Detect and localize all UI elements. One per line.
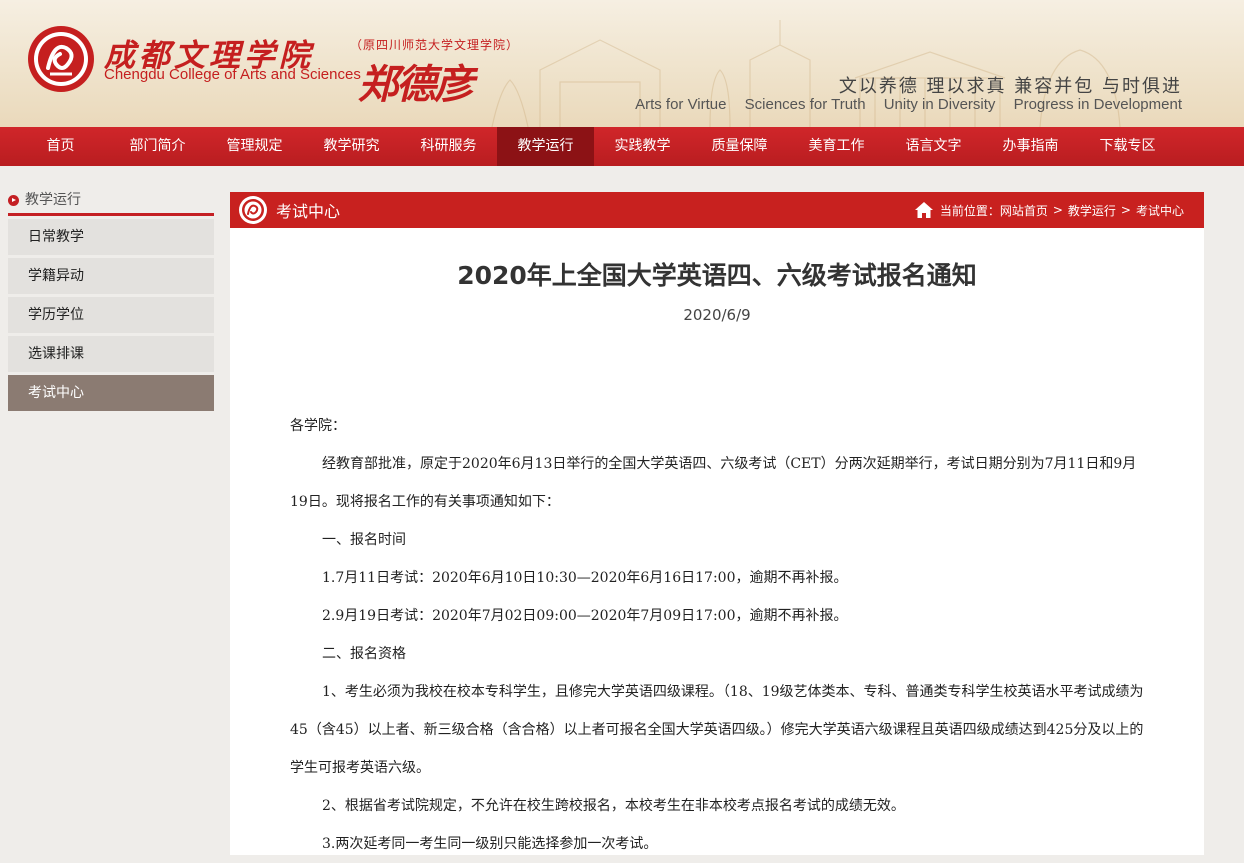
nav-item-home[interactable]: 首页 <box>12 127 109 166</box>
content-header: 考试中心 当前位置： 网站首页 > 教学运行 > 考试中心 <box>230 192 1204 228</box>
motto-en-2: Sciences for Truth <box>744 96 866 113</box>
nav-item-teaching-operation[interactable]: 教学运行 <box>497 127 594 166</box>
former-name: （原四川师范大学文理学院） <box>350 38 520 52</box>
nav-item-guide[interactable]: 办事指南 <box>982 127 1079 166</box>
article-body: 各学院： 经教育部批准，原定于2020年6月13日举行的全国大学英语四、六级考试… <box>290 407 1150 863</box>
article-paragraph: 2、根据省考试院规定，不允许在校生跨校报名，本校考生在非本校考点报名考试的成绩无… <box>322 798 905 814</box>
article-paragraph: 1.7月11日考试：2020年6月10日10:30—2020年6月16日17:0… <box>322 570 848 586</box>
section-title: 考试中心 <box>276 202 341 221</box>
college-seal-logo <box>28 26 94 92</box>
article-title: 2020年上全国大学英语四、六级考试报名通知 <box>457 261 977 290</box>
sidebar-item-course-selection[interactable]: 选课排课 <box>8 336 214 372</box>
breadcrumb-home[interactable]: 网站首页 <box>1000 202 1048 219</box>
article-section-heading: 一、报名时间 <box>322 532 406 548</box>
nav-item-teaching-research[interactable]: 教学研究 <box>303 127 400 166</box>
nav-item-download[interactable]: 下载专区 <box>1079 127 1176 166</box>
motto-cn: 文以养德 理以求真 兼容并包 与时俱进 <box>838 76 1182 97</box>
college-name-en: Chengdu College of Arts and Sciences <box>104 66 361 83</box>
nav-item-aesthetic[interactable]: 美育工作 <box>788 127 885 166</box>
article-paragraph: 1、考生必须为我校在校本专科学生，且修完大学英语四级课程。（18、19级艺体类本… <box>290 684 1144 776</box>
nav-item-language[interactable]: 语言文字 <box>885 127 982 166</box>
motto-en-1: Arts for Virtue <box>635 96 727 113</box>
nav-item-research-service[interactable]: 科研服务 <box>400 127 497 166</box>
article-paragraph: 3.两次延考同一考生同一级别只能选择参加一次考试。 <box>322 836 658 852</box>
sidebar-item-status-change[interactable]: 学籍异动 <box>8 258 214 294</box>
nav-item-regulations[interactable]: 管理规定 <box>206 127 303 166</box>
sidebar: 教学运行 日常教学 学籍异动 学历学位 选课排课 考试中心 <box>8 188 214 411</box>
breadcrumb-separator: > <box>1052 203 1063 217</box>
sidebar-title: 教学运行 <box>8 188 214 212</box>
breadcrumb: 当前位置： 网站首页 > 教学运行 > 考试中心 <box>914 192 1184 228</box>
motto-en: Arts for Virtue Sciences for Truth Unity… <box>635 96 1182 113</box>
sidebar-item-daily-teaching[interactable]: 日常教学 <box>8 219 214 255</box>
article-date: 2020/6/9 <box>683 306 751 324</box>
article-paragraph: 经教育部批准，原定于2020年6月13日举行的全国大学英语四、六级考试（CET）… <box>290 456 1137 510</box>
sidebar-divider <box>8 213 214 216</box>
main-nav: 首页 部门简介 管理规定 教学研究 科研服务 教学运行 实践教学 质量保障 美育… <box>0 127 1244 166</box>
founder-signature: 郑德彦 <box>358 61 474 108</box>
motto-en-4: Progress in Development <box>1013 96 1182 113</box>
article-section-heading: 二、报名资格 <box>322 646 406 662</box>
nav-item-department[interactable]: 部门简介 <box>109 127 206 166</box>
motto-en-3: Unity in Diversity <box>883 96 996 113</box>
nav-item-quality[interactable]: 质量保障 <box>691 127 788 166</box>
bullet-arrow-icon <box>8 194 19 206</box>
content-panel: 考试中心 当前位置： 网站首页 > 教学运行 > 考试中心 2020年上全国大学… <box>230 192 1204 855</box>
sidebar-title-label: 教学运行 <box>25 192 81 208</box>
breadcrumb-separator: > <box>1120 203 1131 217</box>
breadcrumb-prefix: 当前位置： <box>939 203 1000 218</box>
breadcrumb-exam-center[interactable]: 考试中心 <box>1136 202 1184 219</box>
nav-item-practice[interactable]: 实践教学 <box>594 127 691 166</box>
site-header: 成都文理学院 Chengdu College of Arts and Scien… <box>0 0 1244 127</box>
sidebar-item-degree[interactable]: 学历学位 <box>8 297 214 333</box>
college-seal-icon <box>239 196 267 224</box>
home-icon <box>914 202 933 218</box>
sidebar-item-exam-center[interactable]: 考试中心 <box>8 375 214 411</box>
article-paragraph: 2.9月19日考试：2020年7月02日09:00—2020年7月09日17:0… <box>322 608 848 624</box>
breadcrumb-teaching-operation[interactable]: 教学运行 <box>1068 202 1116 219</box>
article-greeting: 各学院： <box>290 418 346 434</box>
